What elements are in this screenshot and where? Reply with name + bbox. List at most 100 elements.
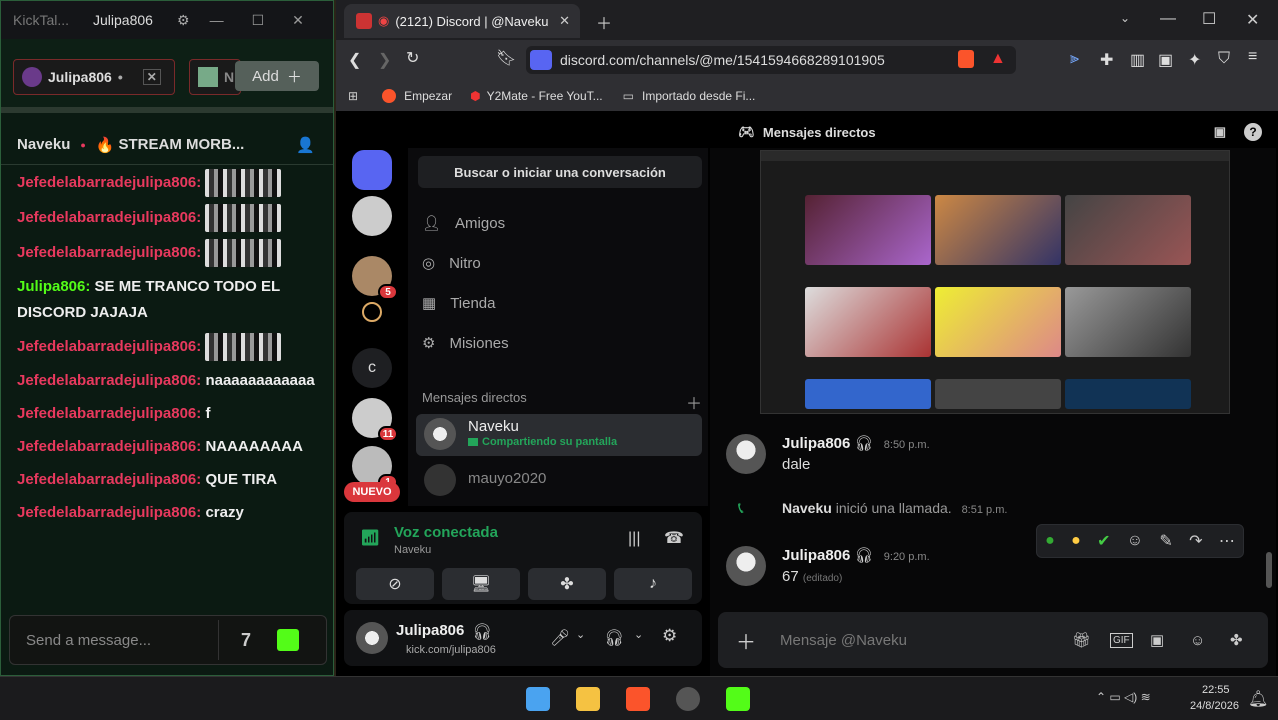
inbox-icon[interactable]: ▣ xyxy=(1214,124,1226,140)
site-info-icon[interactable] xyxy=(530,50,552,70)
new-tab-icon[interactable]: ＋ xyxy=(596,10,612,34)
tray-icons[interactable]: ⌃ ▭ ◁) ≋ xyxy=(1096,690,1151,704)
forward-icon[interactable]: ↷ xyxy=(1189,531,1202,551)
bookmark-icon[interactable]: 🔖︎ xyxy=(496,48,516,68)
activities-button[interactable]: ✤ xyxy=(528,568,606,600)
forward-icon[interactable]: ❯ xyxy=(378,50,391,70)
server-icon[interactable] xyxy=(352,196,392,236)
chat-username[interactable]: Jefedelabarradejulipa806: xyxy=(17,372,201,389)
user-icon[interactable]: 👤 xyxy=(296,136,315,154)
file-explorer-icon[interactable] xyxy=(576,687,600,711)
url-field[interactable]: discord.com/channels/@me/154159466828910… xyxy=(526,46,1016,74)
message-input[interactable]: ＋ Mensaje @Naveku 🎁︎ GIF ▣ ☺ ✤ xyxy=(718,612,1268,668)
chat-username[interactable]: Jefedelabarradejulipa806: xyxy=(17,209,201,226)
gear-icon[interactable]: ⚙ xyxy=(177,12,190,29)
chat-username[interactable]: Jefedelabarradejulipa806: xyxy=(17,405,201,422)
chat-username[interactable]: Jefedelabarradejulipa806: xyxy=(17,174,201,191)
avatar[interactable] xyxy=(726,434,766,474)
maximize-icon[interactable]: ☐ xyxy=(252,12,265,29)
add-reaction-icon[interactable]: ☺ xyxy=(1127,532,1143,550)
cat-emoji-icon[interactable]: ● xyxy=(1071,532,1081,550)
edit-icon[interactable]: ✎ xyxy=(1159,531,1172,551)
channel-chip-julipa806[interactable]: Julipa806 • ✕ xyxy=(13,59,175,95)
message-author[interactable]: Julipa806 xyxy=(782,547,850,564)
attach-icon[interactable]: ＋ xyxy=(736,626,756,655)
scrollbar[interactable] xyxy=(1266,552,1272,588)
brave-rewards-icon[interactable]: ▲ xyxy=(990,50,1006,68)
server-icon[interactable]: 5 xyxy=(352,256,398,300)
bookmark-y2mate[interactable]: Y2Mate - Free YouT... xyxy=(487,89,603,103)
vpn-icon[interactable]: ⛉ xyxy=(1218,50,1230,68)
disconnect-icon[interactable]: ☎ xyxy=(664,528,684,548)
bookmark-empezar[interactable]: Empezar xyxy=(404,89,452,103)
avatar[interactable] xyxy=(726,546,766,586)
dino-emoji-icon[interactable]: ● xyxy=(1045,532,1055,550)
obs-icon[interactable] xyxy=(676,687,700,711)
reload-icon[interactable]: ↻ xyxy=(406,48,419,68)
wallet-icon[interactable]: ▣ xyxy=(1158,50,1173,70)
close-icon[interactable]: ✕ xyxy=(1246,10,1259,30)
emoji-icon[interactable]: ☺ xyxy=(1190,632,1205,649)
server-icon[interactable]: 1 xyxy=(352,446,398,490)
headphones-icon[interactable]: 🎧︎ xyxy=(604,628,624,648)
brave-shield-icon[interactable] xyxy=(958,50,974,68)
nav-nitro[interactable]: ◎ Nitro xyxy=(422,254,481,273)
back-icon[interactable]: ❮ xyxy=(348,50,361,70)
soundboard-button[interactable]: ♪ xyxy=(614,568,692,600)
add-dm-icon[interactable]: ＋ xyxy=(686,390,702,414)
message-author[interactable]: Julipa806 xyxy=(782,435,850,452)
noise-suppression-icon[interactable]: ||| xyxy=(628,530,640,548)
browser-tab-discord[interactable]: ◉ (2121) Discord | @Naveku ✕ xyxy=(344,4,580,38)
notification-icon[interactable]: 🔔︎ xyxy=(1248,689,1268,709)
sticker-icon[interactable]: ▣ xyxy=(1150,631,1164,649)
send-message-input[interactable]: Send a message... 7 xyxy=(9,615,327,665)
audio-icon[interactable]: ◉ xyxy=(378,13,389,29)
system-user[interactable]: Naveku xyxy=(782,500,832,516)
voice-status[interactable]: Voz conectada xyxy=(394,524,498,541)
server-folder-icon[interactable] xyxy=(362,302,382,322)
microphone-icon[interactable]: 🎤︎ xyxy=(550,628,570,648)
leo-icon[interactable]: ✦ xyxy=(1188,50,1201,70)
maximize-icon[interactable]: ☐ xyxy=(1202,9,1216,29)
chat-username[interactable]: Jefedelabarradejulipa806: xyxy=(17,244,201,261)
puzzle-icon[interactable]: ✚ xyxy=(1100,50,1113,70)
help-icon[interactable]: ? xyxy=(1244,123,1262,141)
chevron-down-icon[interactable]: ⌄ xyxy=(1120,11,1130,25)
chat-username[interactable]: Jefedelabarradejulipa806: xyxy=(17,438,201,455)
apps-icon[interactable]: ✤ xyxy=(1230,631,1243,649)
minimize-icon[interactable]: — xyxy=(210,12,224,29)
channel-chip-second[interactable]: N xyxy=(189,59,241,95)
camera-off-button[interactable]: ⊘ xyxy=(356,568,434,600)
start-icon[interactable] xyxy=(526,687,550,711)
chat-username[interactable]: Jefedelabarradejulipa806: xyxy=(17,504,201,521)
chat-username[interactable]: Jefedelabarradejulipa806: xyxy=(17,338,201,355)
server-icon[interactable]: c xyxy=(352,348,392,388)
dm-item-mauyo2020[interactable]: mauyo2020 xyxy=(416,460,702,500)
kick-icon[interactable] xyxy=(726,687,750,711)
bookmark-imported[interactable]: Importado desde Fi... xyxy=(642,89,755,103)
menu-icon[interactable]: ≡ xyxy=(1248,48,1257,66)
avatar[interactable] xyxy=(356,622,388,654)
brave-icon[interactable] xyxy=(626,687,650,711)
nav-shop[interactable]: ▦ Tienda xyxy=(422,294,496,313)
gear-icon[interactable]: ⚙ xyxy=(662,626,677,646)
close-tab-icon[interactable]: ✕ xyxy=(559,13,570,29)
dm-item-naveku[interactable]: Naveku Compartiendo su pantalla xyxy=(416,414,702,456)
gif-icon[interactable]: GIF xyxy=(1110,632,1133,648)
more-icon[interactable]: ⋯ xyxy=(1219,531,1235,551)
chevron-down-icon[interactable]: ⌄ xyxy=(634,628,643,641)
gift-icon[interactable]: 🎁︎ xyxy=(1072,631,1091,649)
chat-username[interactable]: Jefedelabarradejulipa806: xyxy=(17,471,201,488)
emote-picker-icon[interactable]: 7 xyxy=(241,630,251,651)
discord-home-icon[interactable] xyxy=(352,150,392,190)
kick-send-icon[interactable] xyxy=(277,629,300,651)
chat-username[interactable]: Julipa806: xyxy=(17,278,90,295)
clock-time[interactable]: 22:55 xyxy=(1202,684,1230,696)
nav-quests[interactable]: ⚙ Misiones xyxy=(422,334,509,353)
minimize-icon[interactable]: — xyxy=(1160,10,1176,28)
close-icon[interactable]: ✕ xyxy=(142,69,161,85)
close-icon[interactable]: ✕ xyxy=(292,12,304,29)
apps-grid-icon[interactable]: ⊞ xyxy=(348,89,358,103)
chevron-down-icon[interactable]: ⌄ xyxy=(576,628,585,641)
screen-share-view[interactable] xyxy=(760,150,1230,414)
